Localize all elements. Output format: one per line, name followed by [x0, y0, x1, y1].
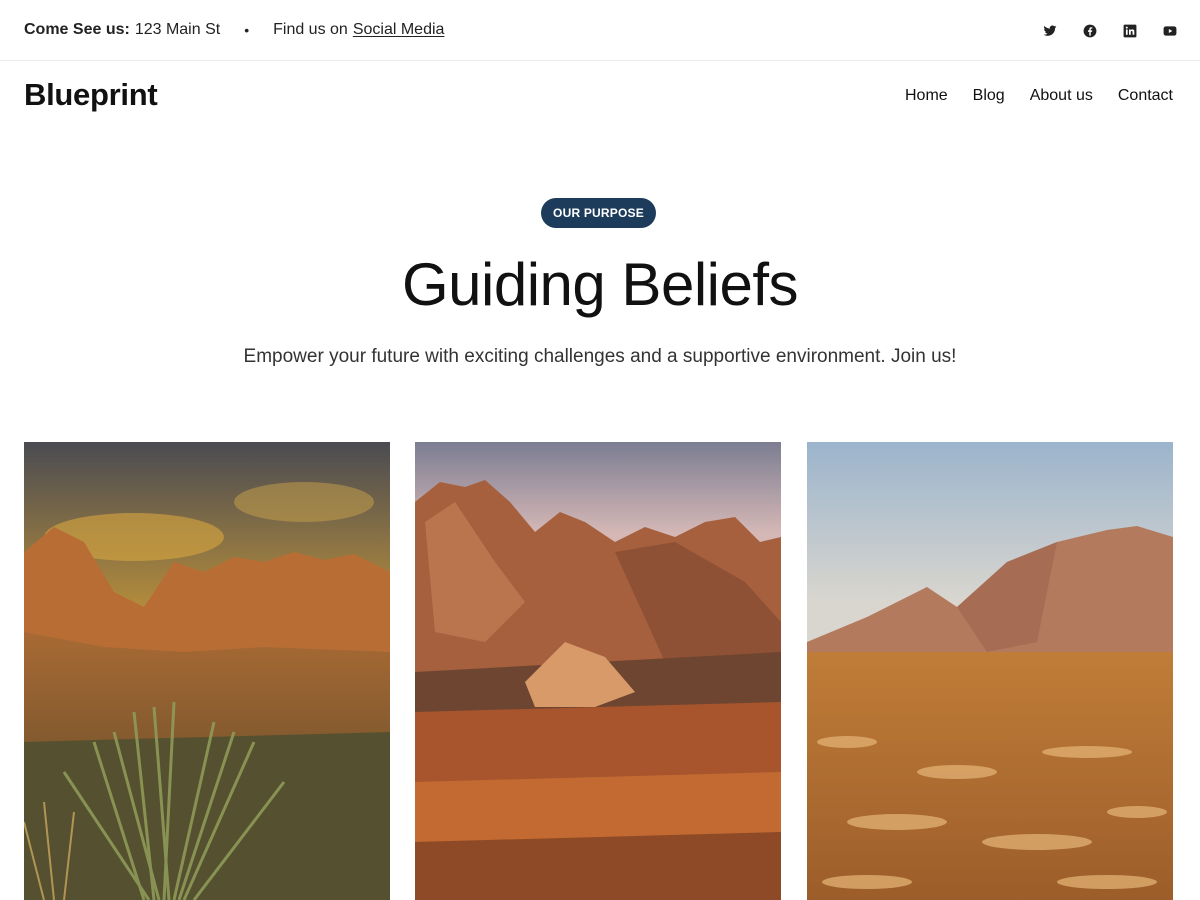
- rocky-peaks-photo: [415, 442, 781, 900]
- nav-blog[interactable]: Blog: [973, 87, 1005, 105]
- address-text: 123 Main St: [134, 21, 221, 38]
- main-nav: Home Blog About us Contact: [880, 87, 1173, 105]
- facebook-icon[interactable]: [1083, 24, 1097, 38]
- social-icons: [1017, 24, 1177, 38]
- top-bar: Come See us: 123 Main St • Find us on So…: [0, 0, 1200, 61]
- twitter-icon[interactable]: [1043, 24, 1057, 38]
- desert-plain-mountain-photo: [807, 442, 1173, 900]
- site-title[interactable]: Blueprint: [24, 77, 158, 113]
- hero-title: Guiding Beliefs: [401, 251, 799, 318]
- contact-info: Come See us: 123 Main St • Find us on So…: [24, 21, 444, 39]
- social-prefix: Find us on: [273, 21, 348, 38]
- visit-label: Come See us:: [24, 21, 130, 38]
- nav-contact[interactable]: Contact: [1118, 87, 1173, 105]
- desert-mountains-sunset-photo: [24, 442, 390, 900]
- social-media-link[interactable]: Social Media: [353, 21, 445, 39]
- hero-subtitle: Empower your future with exciting challe…: [243, 346, 957, 367]
- nav-about-us[interactable]: About us: [1030, 87, 1093, 105]
- nav-home[interactable]: Home: [905, 87, 948, 105]
- purpose-badge: OUR PURPOSE: [541, 198, 656, 228]
- separator-dot: •: [244, 22, 250, 38]
- linkedin-icon[interactable]: [1123, 24, 1137, 38]
- youtube-icon[interactable]: [1163, 24, 1177, 38]
